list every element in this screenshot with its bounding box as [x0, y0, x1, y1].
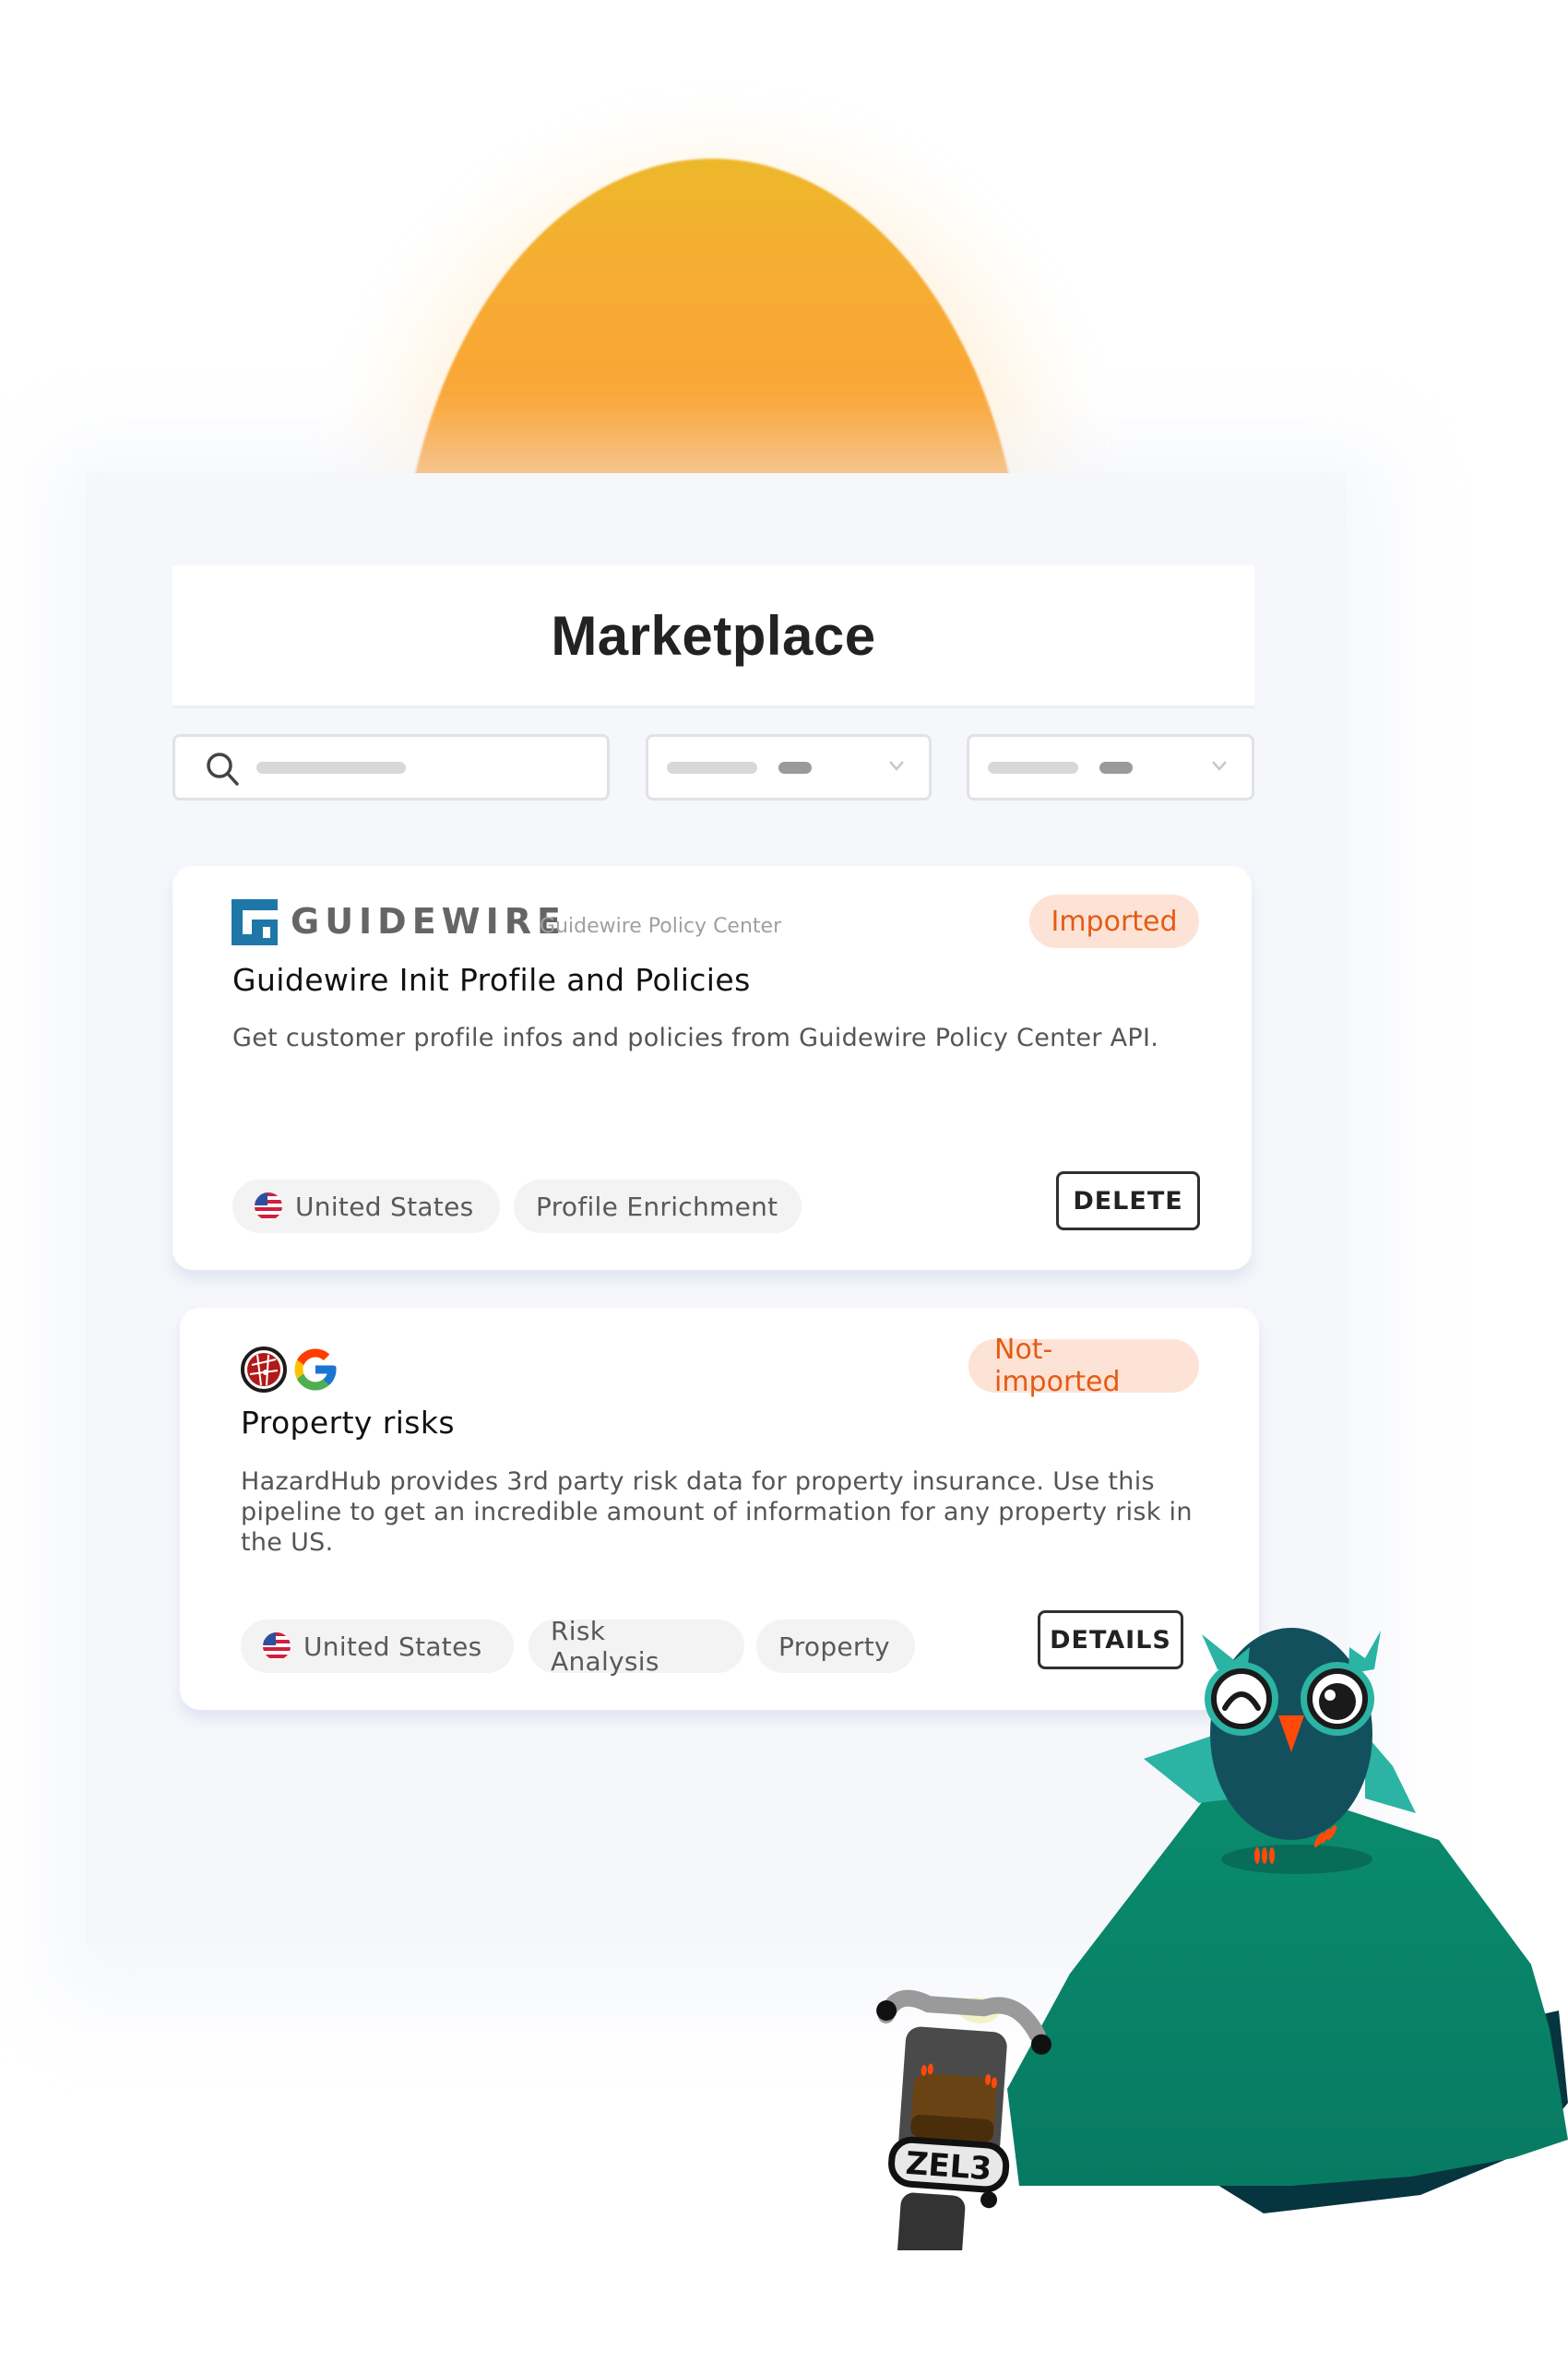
dropdown-value-bar	[778, 762, 812, 774]
tag-label: United States	[303, 1631, 482, 1662]
page-header: Marketplace	[172, 565, 1254, 708]
card-description: HazardHub provides 3rd party risk data f…	[241, 1467, 1193, 1557]
dropdown-value-bar	[1099, 762, 1133, 774]
guidewire-logo-icon	[232, 899, 278, 945]
filter-dropdown-1[interactable]	[646, 734, 932, 801]
hazardhub-icon	[241, 1347, 287, 1393]
card-title: Guidewire Init Profile and Policies	[232, 962, 751, 998]
us-flag-icon	[263, 1632, 291, 1660]
search-placeholder-bar	[256, 762, 406, 774]
us-flag-icon	[255, 1192, 282, 1220]
tag-country[interactable]: United States	[232, 1180, 500, 1233]
chevron-down-icon	[1212, 761, 1227, 771]
chevron-down-icon	[889, 761, 904, 771]
dropdown-placeholder-bar	[667, 762, 757, 774]
tag-country[interactable]: United States	[241, 1619, 514, 1673]
page-title: Marketplace	[551, 604, 876, 667]
sun-illustration	[0, 0, 1568, 473]
tag-category[interactable]: Profile Enrichment	[514, 1180, 802, 1233]
tag-label: Risk Analysis	[551, 1616, 659, 1677]
status-badge: Imported	[1029, 895, 1199, 948]
license-plate: ZEL3	[905, 2145, 993, 2188]
status-badge: Not-imported	[968, 1334, 1199, 1398]
card-description: Get customer profile infos and policies …	[232, 1024, 1159, 1052]
delete-button[interactable]: DELETE	[1056, 1171, 1200, 1230]
marketplace-card: GUIDEWIRE Guidewire Policy Center Import…	[172, 866, 1252, 1270]
mascot-illustration: ZEL3	[876, 1628, 1568, 2250]
tag-label: Profile Enrichment	[536, 1191, 778, 1222]
tag-label: United States	[295, 1191, 474, 1222]
filter-dropdown-2[interactable]	[967, 734, 1254, 801]
search-input[interactable]	[172, 734, 610, 801]
google-icon	[294, 1348, 337, 1391]
brand-name: GUIDEWIRE	[291, 901, 566, 942]
dropdown-placeholder-bar	[988, 762, 1078, 774]
sun-disc	[398, 159, 1026, 473]
brand-subtitle: Guidewire Policy Center	[540, 915, 782, 938]
owl-wing-right	[1365, 1734, 1416, 1813]
tag-category[interactable]: Risk Analysis	[529, 1616, 744, 1677]
search-icon	[207, 753, 239, 786]
card-title: Property risks	[241, 1405, 455, 1441]
